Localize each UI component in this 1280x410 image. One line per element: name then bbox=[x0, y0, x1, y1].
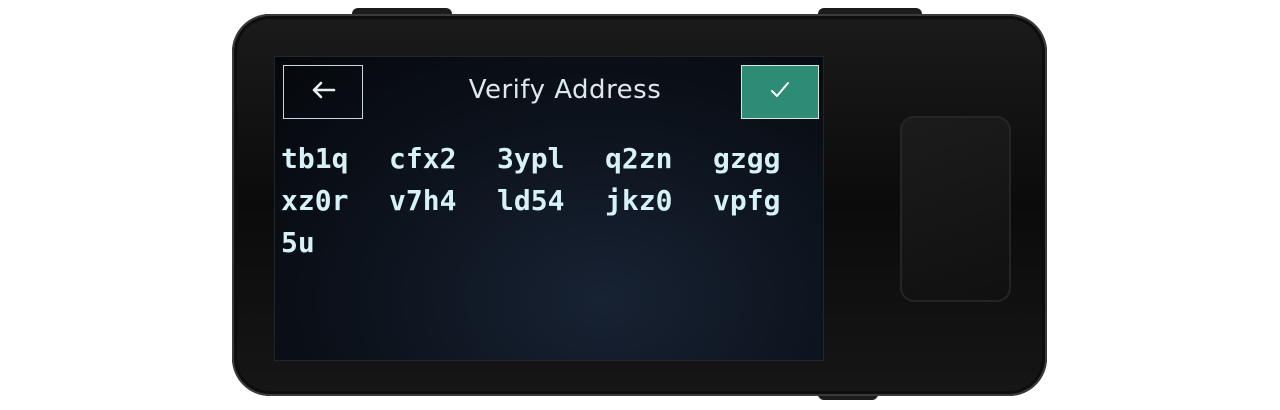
address-chunk: ld54 bbox=[497, 184, 565, 217]
address-chunk: 3ypl bbox=[497, 142, 565, 175]
address-display: tb1q cfx2 3ypl q2zn gzgg xz0r v7h4 ld54 … bbox=[281, 139, 811, 265]
arrow-left-icon bbox=[310, 80, 336, 104]
address-chunk: q2zn bbox=[605, 142, 673, 175]
checkmark-icon bbox=[770, 81, 790, 103]
address-chunk: xz0r bbox=[281, 184, 349, 217]
device-screen: Verify Address tb1q cfx2 3ypl q2zn gzgg … bbox=[274, 56, 824, 361]
address-chunk: cfx2 bbox=[389, 142, 457, 175]
address-chunk: 5u bbox=[281, 226, 315, 259]
address-chunk: tb1q bbox=[281, 142, 349, 175]
address-chunk: gzgg bbox=[713, 142, 781, 175]
address-chunk: v7h4 bbox=[389, 184, 457, 217]
address-chunk: vpfg bbox=[713, 184, 781, 217]
back-button[interactable] bbox=[283, 65, 363, 119]
screen-header: Verify Address bbox=[275, 57, 823, 127]
confirm-button[interactable] bbox=[741, 65, 819, 119]
fingerprint-sensor[interactable] bbox=[900, 116, 1011, 302]
page-title: Verify Address bbox=[468, 75, 662, 105]
address-chunk: jkz0 bbox=[605, 184, 673, 217]
